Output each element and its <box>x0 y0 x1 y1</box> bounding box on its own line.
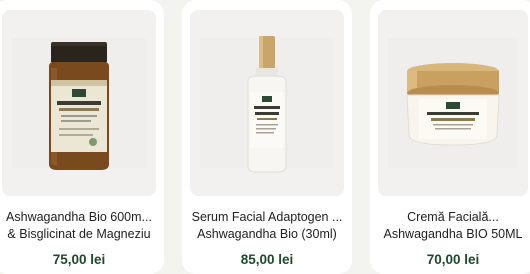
product-image-link[interactable] <box>2 10 156 196</box>
product-card[interactable]: Cremă Facială... Ashwagandha BIO 50ML 70… <box>370 0 530 274</box>
product-name-line2: & Bisglicinat de Magneziu <box>7 227 151 241</box>
product-name[interactable]: Cremă Facială... Ashwagandha BIO 50ML <box>370 209 530 243</box>
product-card[interactable]: Ashwagandha Bio 600m... & Bisglicinat de… <box>0 0 164 274</box>
product-name-line2: Ashwagandha BIO 50ML <box>383 227 523 241</box>
product-price: 70,00 lei <box>426 252 480 267</box>
product-name-line1: Cremă Facială... <box>407 210 499 224</box>
product-name[interactable]: Ashwagandha Bio 600m... & Bisglicinat de… <box>0 209 164 243</box>
product-image <box>247 36 287 173</box>
product-name-line2: Ashwagandha Bio (30ml) <box>197 227 337 241</box>
product-name-line1: Serum Facial Adaptogen ... <box>191 210 343 224</box>
product-name-line1: Ashwagandha Bio 600m... <box>6 210 152 224</box>
product-price: 75,00 lei <box>52 252 106 267</box>
product-image <box>49 42 109 170</box>
product-image <box>406 63 500 146</box>
product-price: 85,00 lei <box>240 252 294 267</box>
product-name[interactable]: Serum Facial Adaptogen ... Ashwagandha B… <box>182 209 352 243</box>
product-image-link[interactable] <box>190 10 344 196</box>
product-image-link[interactable] <box>378 10 528 196</box>
product-card[interactable]: Serum Facial Adaptogen ... Ashwagandha B… <box>182 0 352 274</box>
